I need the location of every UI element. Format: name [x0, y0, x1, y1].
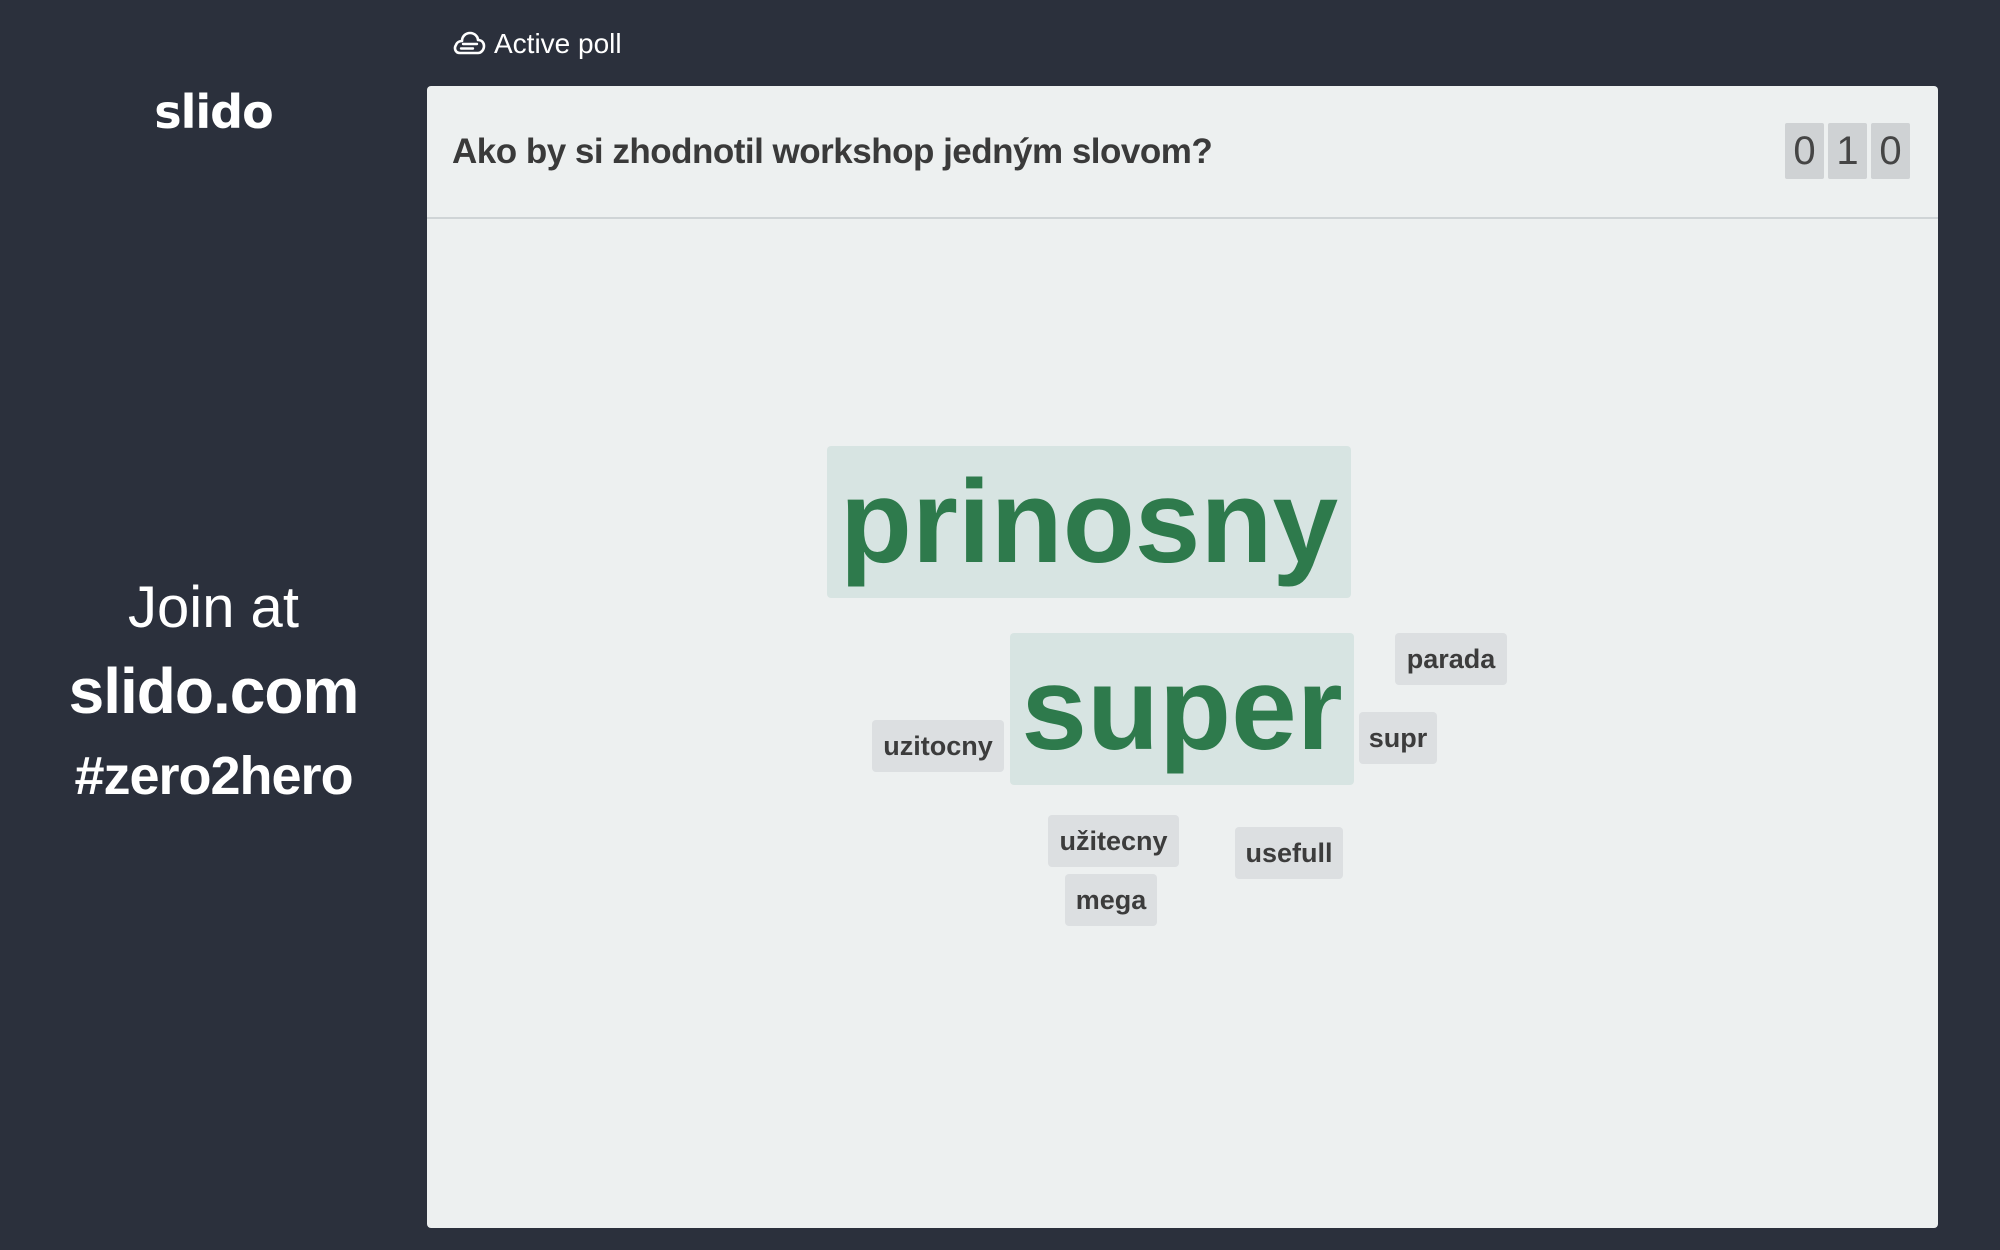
- poll-panel: Ako by si zhodnotil workshop jedným slov…: [427, 86, 1938, 1228]
- counter-digit: 0: [1785, 123, 1824, 179]
- word-cloud-word: užitecny: [1048, 815, 1179, 867]
- join-label: Join at: [128, 575, 299, 640]
- active-poll-label: Active poll: [452, 22, 622, 66]
- slido-logo: slido: [154, 85, 273, 139]
- word-cloud-word: supr: [1359, 712, 1437, 764]
- sidebar: slido Join at slido.com #zero2hero: [0, 0, 427, 1250]
- word-cloud-word: uzitocny: [872, 720, 1004, 772]
- participant-counter: 0 1 0: [1785, 123, 1910, 179]
- word-cloud-word: mega: [1065, 874, 1157, 926]
- word-cloud-word: usefull: [1235, 827, 1343, 879]
- counter-digit: 0: [1871, 123, 1910, 179]
- poll-question: Ako by si zhodnotil workshop jedným slov…: [452, 131, 1213, 171]
- poll-cloud-icon: [452, 29, 486, 59]
- active-poll-text: Active poll: [494, 28, 622, 59]
- join-info: Join at slido.com #zero2hero: [0, 570, 427, 816]
- poll-header: Ako by si zhodnotil workshop jedným slov…: [427, 86, 1938, 219]
- word-cloud-word: parada: [1395, 633, 1507, 685]
- counter-digit: 1: [1828, 123, 1867, 179]
- word-cloud-word: super: [1010, 633, 1354, 785]
- word-cloud-word: prinosny: [827, 446, 1351, 598]
- event-code: #zero2hero: [74, 746, 353, 806]
- join-url: slido.com: [68, 655, 360, 727]
